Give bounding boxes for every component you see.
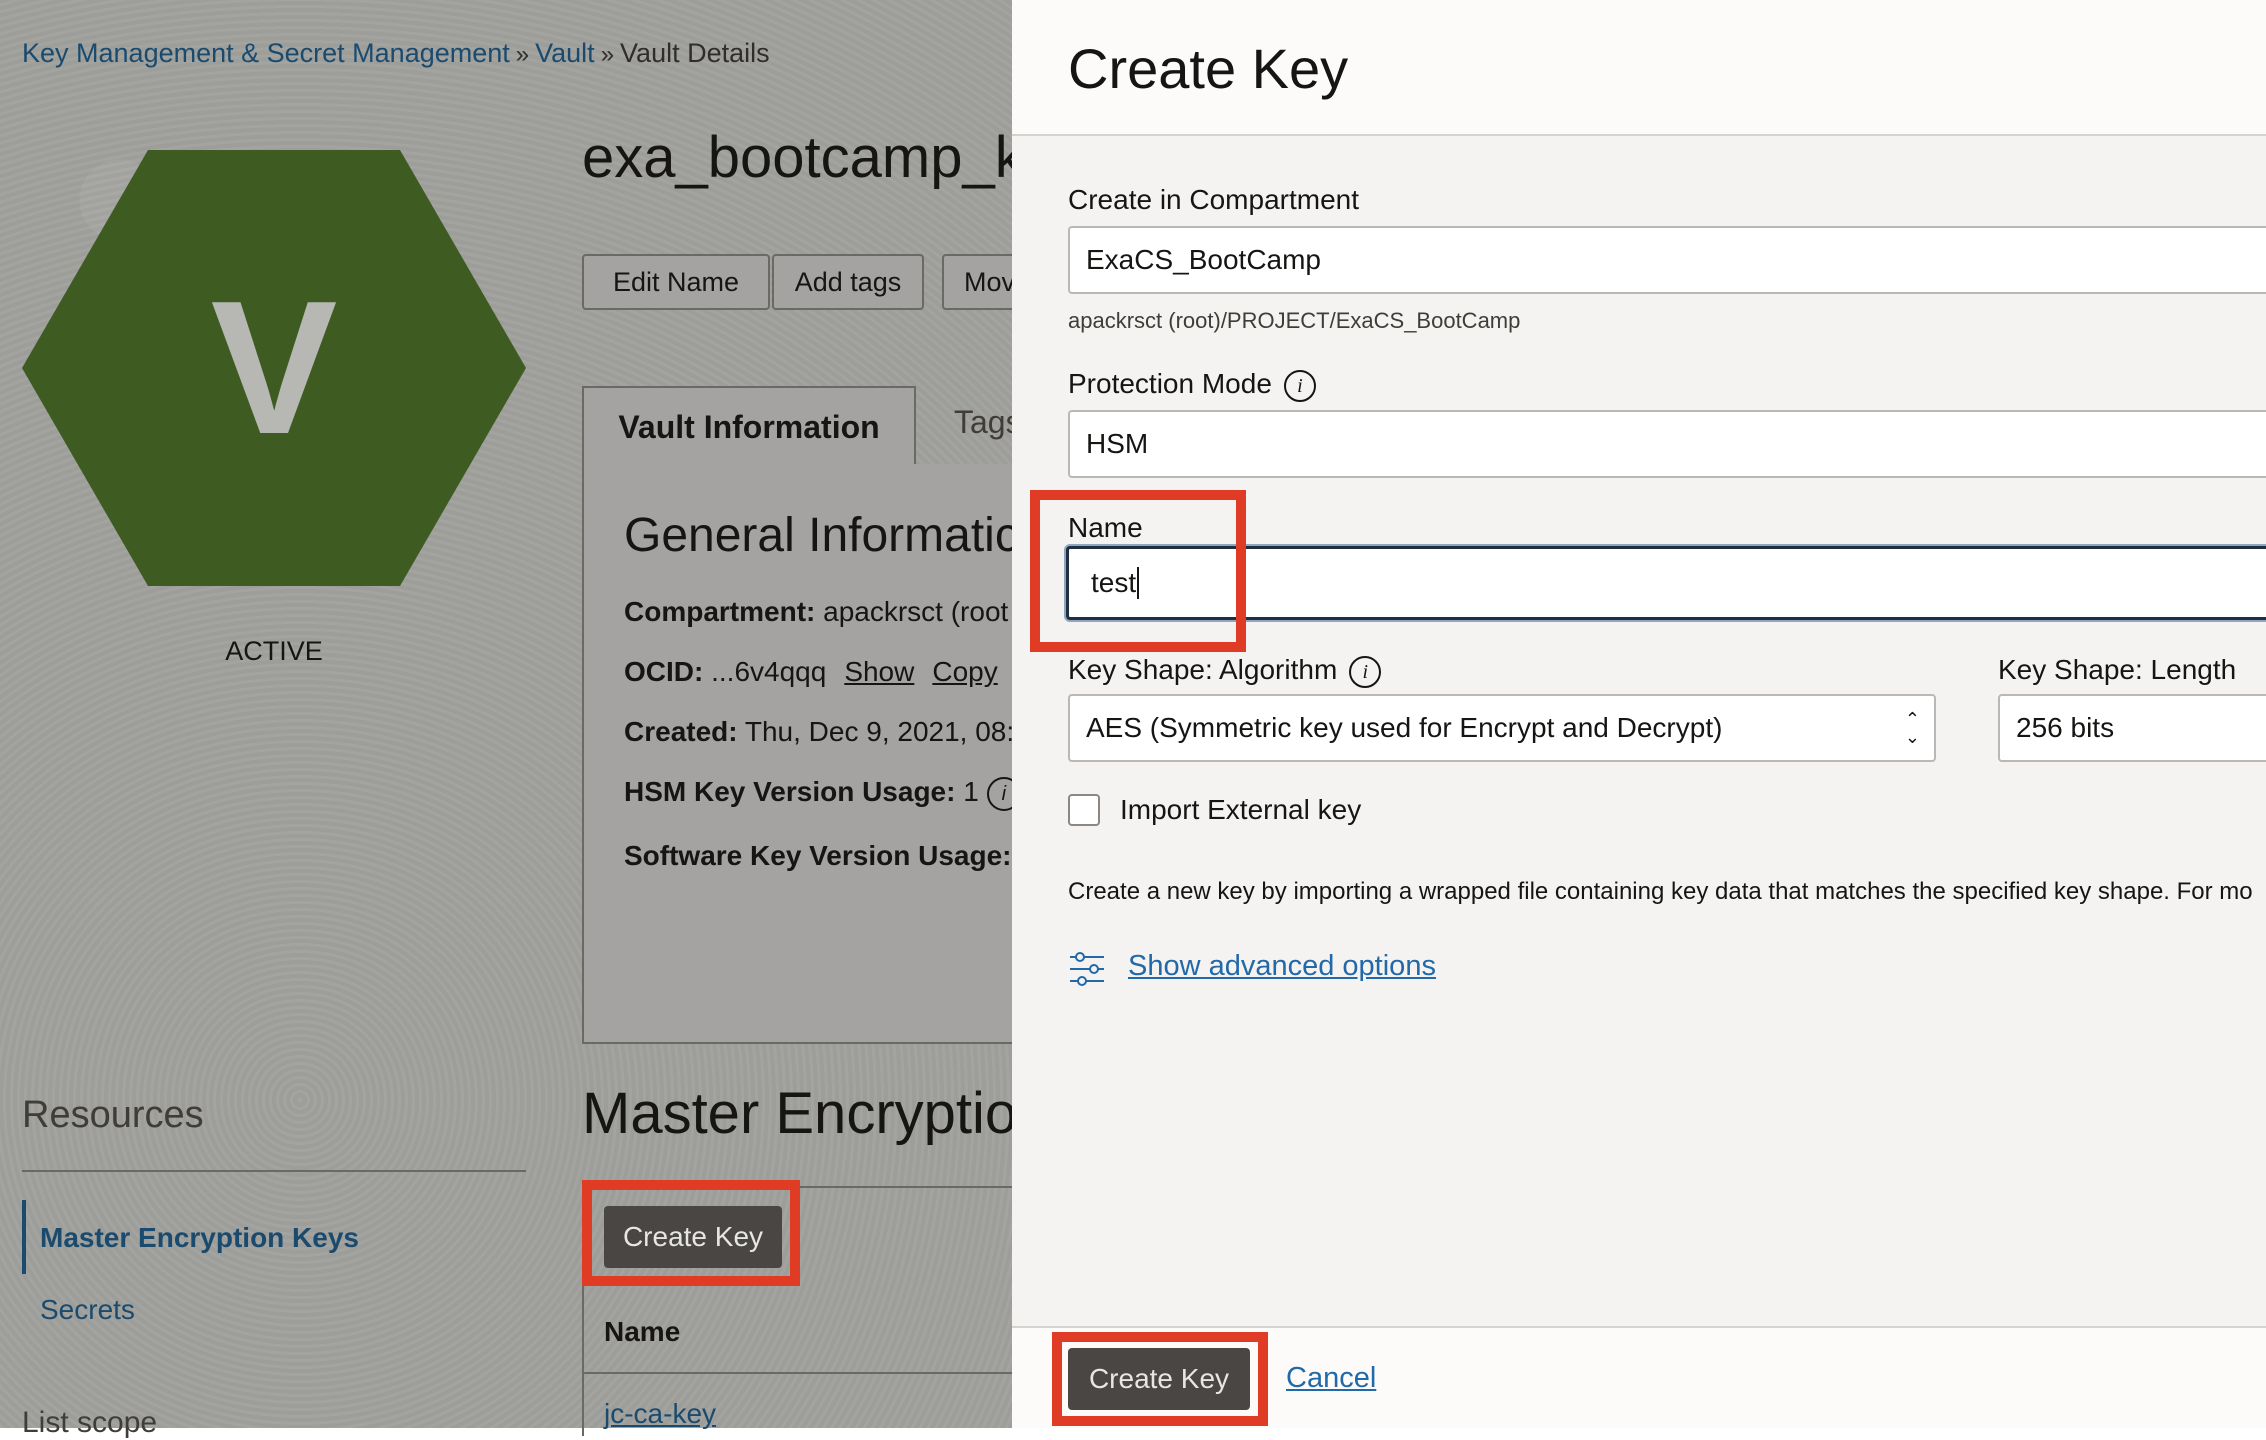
tab-vault-information[interactable]: Vault Information xyxy=(582,386,916,466)
breadcrumb-separator: » xyxy=(515,41,530,68)
resources-active-indicator xyxy=(22,1200,26,1274)
ocid-label: OCID: xyxy=(624,656,704,687)
avatar-letter: V xyxy=(210,262,338,474)
key-link[interactable]: jc-ca-key xyxy=(604,1398,716,1430)
key-name-input[interactable]: test xyxy=(1066,546,2266,620)
ocid-row: OCID: ...6v4qqq Show Copy xyxy=(624,656,998,688)
keys-section-title: Master Encryptio xyxy=(582,1081,1018,1146)
ocid-show-link[interactable]: Show xyxy=(844,656,914,687)
compartment-path: apackrsct (root)/PROJECT/ExaCS_BootCamp xyxy=(1068,308,1521,333)
compartment-row: Compartment: apackrsct (root xyxy=(624,596,1008,628)
breadcrumb-separator: » xyxy=(600,41,615,68)
resource-item-secrets[interactable]: Secrets xyxy=(40,1294,135,1326)
info-icon[interactable]: i xyxy=(1283,369,1316,402)
protection-mode-label: Protection Mode i xyxy=(1068,368,1316,402)
resources-heading: Resources xyxy=(22,1094,204,1136)
protection-mode-label-text: Protection Mode xyxy=(1068,368,1272,399)
compartment-value: apackrsct (root xyxy=(823,596,1009,627)
algorithm-label: Key Shape: Algorithm i xyxy=(1068,654,1382,688)
add-tags-button[interactable]: Add tags xyxy=(772,254,924,310)
import-external-key-label[interactable]: Import External key xyxy=(1120,794,1361,826)
created-label: Created: xyxy=(624,716,738,747)
hsm-usage-row: HSM Key Version Usage: 1i xyxy=(624,776,1021,811)
ocid-copy-link[interactable]: Copy xyxy=(932,656,997,687)
edit-name-button[interactable]: Edit Name xyxy=(582,254,770,310)
info-icon[interactable]: i xyxy=(1349,655,1382,688)
highlight-box xyxy=(1052,1332,1268,1426)
software-usage-row: Software Key Version Usage: xyxy=(624,840,1011,872)
status-label: ACTIVE xyxy=(225,636,323,666)
length-select[interactable]: 256 bits xyxy=(1998,694,2266,762)
table-header-divider xyxy=(582,1372,1022,1374)
list-scope-heading: List scope xyxy=(22,1406,158,1439)
page-title: exa_bootcamp_k xyxy=(582,125,1024,190)
ocid-value: ...6v4qqq xyxy=(711,656,827,687)
protection-mode-select[interactable]: HSM xyxy=(1068,410,2266,478)
created-row: Created: Thu, Dec 9, 2021, 08: xyxy=(624,716,1014,748)
breadcrumb-current: Vault Details xyxy=(620,38,770,68)
import-external-key-checkbox[interactable] xyxy=(1068,794,1100,826)
import-description: Create a new key by importing a wrapped … xyxy=(1068,878,2253,905)
highlight-box xyxy=(1030,490,1246,652)
compartment-field-label: Create in Compartment xyxy=(1068,184,1360,215)
highlight-box xyxy=(582,1180,800,1286)
algorithm-label-text: Key Shape: Algorithm xyxy=(1068,654,1338,685)
compartment-label: Compartment: xyxy=(624,596,816,627)
created-value: Thu, Dec 9, 2021, 08: xyxy=(744,716,1015,747)
breadcrumb: Key Management & Secret Management» Vault… xyxy=(22,38,770,69)
algorithm-select[interactable]: AES (Symmetric key used for Encrypt and … xyxy=(1068,694,1936,762)
algorithm-value: AES (Symmetric key used for Encrypt and … xyxy=(1086,712,1723,743)
vault-avatar: V xyxy=(22,150,526,586)
length-label: Key Shape: Length xyxy=(1998,654,2237,685)
chevron-up-down-icon: ⌃ ⌄ xyxy=(1904,709,1920,747)
breadcrumb-link-vault[interactable]: Vault xyxy=(535,38,595,68)
show-advanced-options-link[interactable]: Show advanced options xyxy=(1128,950,1436,983)
resources-divider xyxy=(22,1170,526,1172)
software-usage-label: Software Key Version Usage: xyxy=(624,840,1012,871)
hsm-usage-label: HSM Key Version Usage: xyxy=(624,776,956,807)
compartment-select[interactable]: ExaCS_BootCamp xyxy=(1068,226,2266,294)
general-info-heading: General Informatic xyxy=(624,509,1019,562)
cancel-link[interactable]: Cancel xyxy=(1286,1362,1376,1395)
panel-title: Create Key xyxy=(1068,37,1349,100)
breadcrumb-link-kms[interactable]: Key Management & Secret Management xyxy=(22,38,510,68)
hsm-usage-value: 1 xyxy=(963,776,979,807)
resource-item-master-encryption-keys[interactable]: Master Encryption Keys xyxy=(40,1222,359,1254)
sliders-icon[interactable] xyxy=(1068,950,1106,988)
column-header-name[interactable]: Name xyxy=(604,1316,680,1348)
